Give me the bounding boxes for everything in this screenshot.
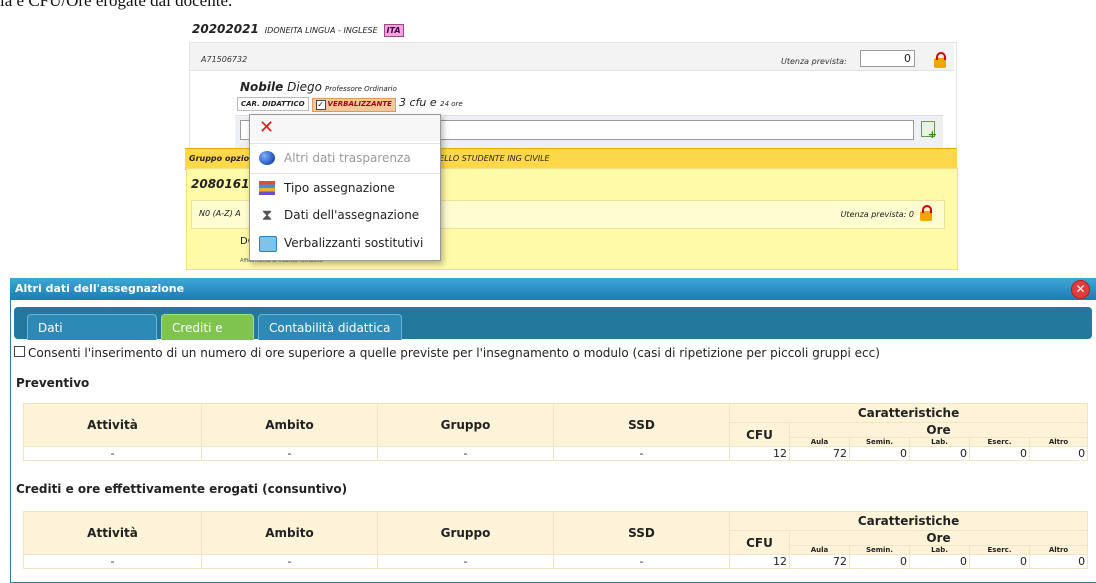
consuntivo-table: Attività Ambito Gruppo SSD Caratteristic… bbox=[23, 511, 1089, 569]
hourglass-icon: ⧗ bbox=[261, 206, 273, 224]
table-row: - - - - 12 72 0 0 0 0 bbox=[23, 554, 1089, 569]
col-ambito: Ambito bbox=[201, 511, 378, 555]
course2-row-label: N0 (A-Z) A bbox=[199, 209, 241, 218]
col-caratteristiche: Caratteristiche bbox=[728, 511, 1089, 531]
teacher-surname: Nobile bbox=[240, 80, 284, 94]
verbalizzante-tag[interactable]: ✓ VERBALIZZANTE bbox=[311, 98, 396, 112]
col-aula: Aula bbox=[789, 545, 850, 555]
menu-item-label: Elimina bbox=[284, 121, 329, 135]
col-aula: Aula bbox=[789, 437, 850, 447]
col-eserc: Eserc. bbox=[969, 437, 1030, 447]
car-didattico-tag[interactable]: CAR. DIDATTICO bbox=[237, 97, 309, 111]
teacher-tags: CAR. DIDATTICO ✓ VERBALIZZANTE 3 cfu e 24 o… bbox=[237, 96, 463, 112]
course-description: IDONEITA LINGUA - INGLESE bbox=[264, 26, 378, 35]
group-suffix: DELLO STUDENTE ING CIVILE bbox=[433, 154, 550, 163]
teacher-role: Professore Ordinario bbox=[325, 85, 397, 93]
col-ssd: SSD bbox=[553, 511, 730, 555]
dialog-titlebar[interactable]: Altri dati dell'assegnazione bbox=[10, 278, 1096, 300]
consent-checkbox[interactable] bbox=[14, 346, 25, 357]
preventivo-table: Attività Ambito Gruppo SSD Caratteristic… bbox=[23, 403, 1089, 461]
col-gruppo: Gruppo bbox=[377, 403, 554, 447]
stack-icon bbox=[259, 181, 275, 195]
preventivo-title: Preventivo bbox=[16, 376, 90, 390]
utenza-label: Utenza prevista: bbox=[781, 57, 847, 66]
row-code: A71506732 bbox=[201, 55, 248, 64]
menu-item-tipo-assegnazione[interactable]: Tipo assegnazione bbox=[250, 175, 440, 201]
col-lab: Lab. bbox=[909, 437, 970, 447]
tab-crediti-e-ore[interactable]: Crediti e ore bbox=[161, 314, 254, 361]
consent-label: Consenti l'inserimento di un numero di o… bbox=[28, 346, 880, 360]
add-document-icon[interactable] bbox=[921, 121, 937, 141]
tab-dati-assegnazione[interactable]: Dati assegnazione bbox=[27, 314, 157, 361]
close-icon[interactable]: ✕ bbox=[1071, 280, 1090, 299]
col-ore: Ore bbox=[788, 422, 1089, 438]
col-cfu: CFU bbox=[729, 530, 790, 555]
menu-item-dati-assegnazione[interactable]: ⧗ Dati dell'assegnazione bbox=[250, 202, 440, 228]
col-ambito: Ambito bbox=[201, 403, 378, 447]
verbalizzante-label: VERBALIZZANTE bbox=[327, 100, 392, 108]
col-attivita: Attività bbox=[23, 511, 202, 555]
menu-item-delete[interactable]: ✕ Elimina bbox=[250, 115, 440, 141]
menu-item-verbalizzanti-sostitutivi[interactable]: Verbalizzanti sostitutivi bbox=[250, 230, 440, 256]
col-ssd: SSD bbox=[553, 403, 730, 447]
col-attivita: Attività bbox=[23, 403, 202, 447]
globe-icon bbox=[259, 151, 275, 165]
page-caption: la e CFU/Ore erogate dal docente. bbox=[0, 0, 233, 10]
course-code: 20202021 bbox=[192, 22, 259, 36]
teacher-name: Nobile Diego Professore Ordinario bbox=[240, 80, 397, 94]
col-caratteristiche: Caratteristiche bbox=[728, 403, 1089, 423]
course2-utenza: Utenza prevista: 0 bbox=[840, 210, 914, 219]
menu-item-altri-dati-trasparenza: Altri dati trasparenza bbox=[250, 145, 440, 171]
course2-code: 20801616 bbox=[191, 177, 258, 191]
consuntivo-title: Crediti e ore effettivamente erogati (co… bbox=[16, 482, 348, 496]
delete-x-icon: ✕ bbox=[259, 117, 275, 138]
col-eserc: Eserc. bbox=[969, 545, 1030, 555]
menu-item-label: Verbalizzanti sostitutivi bbox=[284, 236, 424, 250]
table-row: - - - - 12 72 0 0 0 0 bbox=[23, 446, 1089, 461]
group-label: Gruppo opzio bbox=[189, 154, 250, 163]
menu-item-label: Dati dell'assegnazione bbox=[284, 208, 420, 222]
col-ore: Ore bbox=[788, 530, 1089, 546]
col-gruppo: Gruppo bbox=[377, 511, 554, 555]
teacher-firstname: Diego bbox=[287, 80, 322, 94]
lock-icon[interactable] bbox=[934, 52, 946, 68]
checkbox-icon[interactable]: ✓ bbox=[315, 100, 326, 110]
cfu-value: 3 cfu e bbox=[398, 96, 437, 109]
col-cfu: CFU bbox=[729, 422, 790, 447]
cfu-text: 3 cfu e 24 ore bbox=[399, 96, 463, 109]
consent-option: Consenti l'inserimento di un numero di o… bbox=[14, 346, 880, 360]
course-header: 20202021 IDONEITA LINGUA - INGLESE ITA bbox=[192, 22, 404, 37]
col-semin: Semin. bbox=[849, 545, 910, 555]
col-semin: Semin. bbox=[849, 437, 910, 447]
menu-item-label: Altri dati trasparenza bbox=[284, 151, 411, 165]
menu-item-label: Tipo assegnazione bbox=[284, 181, 395, 195]
ore-value: 24 ore bbox=[440, 100, 463, 108]
lock-icon[interactable] bbox=[920, 205, 932, 221]
col-altro: Altro bbox=[1028, 437, 1089, 447]
context-menu: ✕ Elimina Altri dati trasparenza Tipo as… bbox=[249, 114, 441, 261]
col-altro: Altro bbox=[1028, 545, 1089, 555]
tab-contabilita-didattica[interactable]: Contabilità didattica bbox=[258, 314, 402, 340]
dialog-title: Altri dati dell'assegnazione bbox=[15, 282, 185, 295]
utenza-input[interactable]: 0 bbox=[860, 50, 915, 67]
language-badge: ITA bbox=[383, 24, 404, 37]
col-lab: Lab. bbox=[909, 545, 970, 555]
user-switch-icon bbox=[259, 236, 277, 252]
